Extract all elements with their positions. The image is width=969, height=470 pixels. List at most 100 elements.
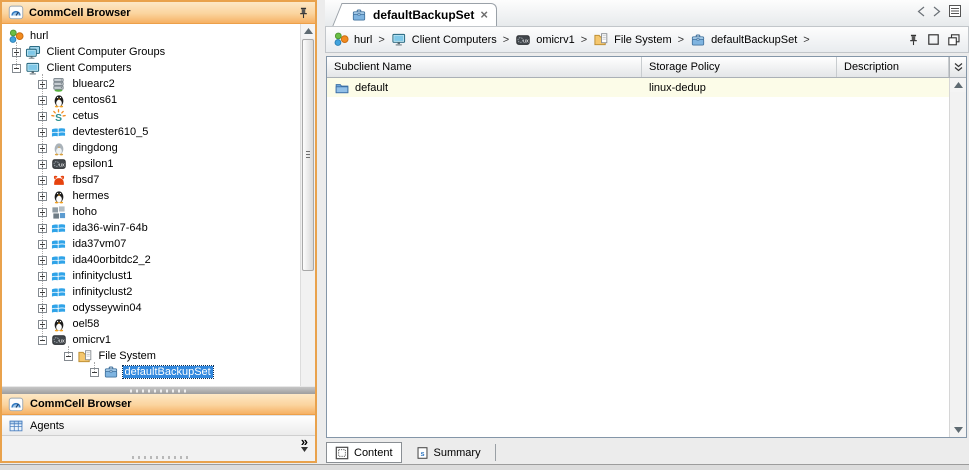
scroll-up-icon[interactable] [950,78,966,92]
cell-storage-policy: linux-dedup [642,82,837,94]
table-body: defaultlinux-dedup [327,78,949,437]
breadcrumb-label: File System [614,34,671,46]
tree-node-cetus[interactable]: Scetus [2,108,315,124]
scroll-down-icon[interactable] [950,423,966,437]
computers-icon [391,32,407,47]
breadcrumb-item-file-system[interactable]: File System [593,32,671,47]
tree-node-odysseywin04[interactable]: odysseywin04 [2,300,315,316]
tree-node-label: omicrv1 [71,334,114,346]
tree-node-client-computers[interactable]: Client Computers [2,60,315,76]
commcell-browser-panel-header[interactable]: CommCell Browser [2,2,315,24]
unix-icon: ux [51,156,67,172]
tree-node-oel58[interactable]: oel58 [2,316,315,332]
column-chooser-chevrons-icon [954,62,963,72]
tree-node-label: ida40orbitdc2_2 [71,254,153,266]
breadcrumb-separator: > [581,34,587,46]
tab-list-icon[interactable] [949,5,961,17]
tab-defaultbackupset[interactable]: defaultBackupSet × [347,3,497,26]
column-header-description[interactable]: Description [837,57,949,77]
stack-item-commcell-browser[interactable]: CommCell Browser [2,394,315,415]
commcell-tree: hurl Client Computer GroupsClient Compute… [2,24,315,386]
windows-icon [51,252,67,268]
breadcrumb-item-defaultbackupset[interactable]: defaultBackupSet [690,33,797,47]
tab-close-icon[interactable]: × [480,10,488,20]
breadcrumb-label: defaultBackupSet [711,34,797,46]
tree-node-fbsd7[interactable]: fbsd7 [2,172,315,188]
scroll-up-icon[interactable] [301,24,315,38]
pin-icon[interactable] [908,34,919,46]
tree-guide-line [94,362,95,372]
svg-text:ux: ux [59,338,65,344]
tree-node-label: ida37vm07 [71,238,129,250]
overflow-dropdown-icon[interactable] [301,447,308,452]
column-header-subclient-name[interactable]: Subclient Name [327,57,642,77]
dock-splitter[interactable] [2,386,315,394]
tree-node-centos61[interactable]: centos61 [2,92,315,108]
maximize-icon[interactable] [928,34,939,45]
tree-node-label: fbsd7 [71,174,102,186]
tree-node-label: cetus [71,110,101,122]
backupset-icon [351,8,367,22]
restore-icon[interactable] [948,34,960,46]
tree-node-file-system[interactable]: File System [2,348,315,364]
tree-node-bluearc2[interactable]: bluearc2 [2,76,315,92]
table-vertical-scrollbar[interactable] [949,78,966,437]
file-system-icon [77,348,93,364]
tree-node-hoho[interactable]: hoho [2,204,315,220]
window-bottom-edge [0,464,969,470]
scrollbar-thumb[interactable] [302,39,314,271]
tree-node-dingdong[interactable]: dingdong [2,140,315,156]
breadcrumb-item-hurl[interactable]: hurl [334,32,372,47]
windows-icon [51,124,67,140]
tree-node-infinityclust2[interactable]: infinityclust2 [2,284,315,300]
tree-node-omicrv1[interactable]: ux omicrv1 [2,332,315,348]
tree-node-client-computer-groups[interactable]: Client Computer Groups [2,44,315,60]
content-grid-icon [335,446,349,460]
breadcrumb-separator: > [378,34,384,46]
tree-node-label: bluearc2 [71,78,117,90]
scroll-tabs-left-icon[interactable] [917,6,925,17]
overflow-chevrons-icon[interactable]: » [301,437,308,447]
windows-icon [51,300,67,316]
svg-text:ux: ux [523,38,529,44]
tree-node-ida40orbitdc2-2[interactable]: ida40orbitdc2_2 [2,252,315,268]
tree-node-label: File System [97,350,158,362]
breadcrumb-item-omicrv1[interactable]: uxomicrv1 [515,33,575,47]
tree-vertical-scrollbar[interactable] [300,24,315,386]
tree-node-hurl[interactable]: hurl [2,28,315,44]
agents-grid-icon [8,419,24,433]
tree-node-epsilon1[interactable]: uxepsilon1 [2,156,315,172]
stack-item-label: Agents [30,420,64,432]
stack-item-agents[interactable]: Agents [2,415,315,436]
column-chooser-button[interactable] [949,57,966,77]
breadcrumb-label: Client Computers [412,34,497,46]
tree-node-defaultbackupset[interactable]: defaultBackupSet [2,364,315,380]
commcell-console-window: CommCell Browser hurl Client Computer Gro… [0,0,969,470]
windows-icon [51,236,67,252]
tree-node-infinityclust1[interactable]: infinityclust1 [2,268,315,284]
backupset-icon [690,33,706,47]
tree-node-hermes[interactable]: hermes [2,188,315,204]
computers-icon [25,60,41,76]
svg-text:s: s [420,448,424,457]
tree-node-label: hurl [28,30,50,42]
tree-node-label: infinityclust1 [71,270,135,282]
tree-node-devtester610-5[interactable]: devtester610_5 [2,124,315,140]
table-row-default[interactable]: defaultlinux-dedup [327,78,949,97]
tree-node-label: oel58 [71,318,102,330]
panel-stack-overflow-area: » [2,436,315,461]
tree-node-ida36-win7-64b[interactable]: ida36-win7-64b [2,220,315,236]
folder-icon [334,81,350,95]
tree-node-label: ida36-win7-64b [71,222,150,234]
view-tab-content[interactable]: Content [326,442,402,463]
bottom-splitter-grip[interactable] [132,456,190,459]
breadcrumb-item-client-computers[interactable]: Client Computers [391,32,497,47]
windows-gray-icon [51,204,67,220]
column-header-storage-policy[interactable]: Storage Policy [642,57,837,77]
view-tab-summary[interactable]: sSummary [408,442,489,463]
pin-icon[interactable] [298,7,309,19]
tree-node-ida37vm07[interactable]: ida37vm07 [2,236,315,252]
panel-title: CommCell Browser [29,7,130,19]
scroll-tabs-right-icon[interactable] [933,6,941,17]
breadcrumb-separator: > [803,34,809,46]
